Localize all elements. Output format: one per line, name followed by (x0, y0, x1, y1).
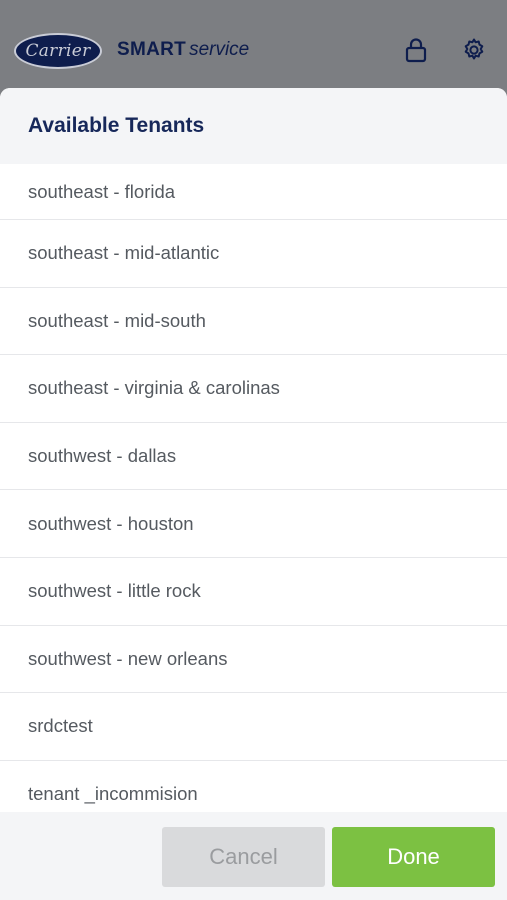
tenant-item[interactable]: southeast - mid-south (0, 288, 507, 356)
logo-text: Carrier (25, 41, 91, 61)
tenant-item[interactable]: southwest - new orleans (0, 626, 507, 694)
carrier-logo: Carrier (14, 33, 102, 69)
gear-icon[interactable] (461, 37, 487, 63)
lock-icon[interactable] (403, 37, 429, 63)
cancel-button[interactable]: Cancel (162, 827, 325, 887)
tenant-item[interactable]: southeast - virginia & carolinas (0, 355, 507, 423)
done-button[interactable]: Done (332, 827, 495, 887)
tenant-list[interactable]: southeast - florida southeast - mid-atla… (0, 164, 507, 812)
tenant-item[interactable]: southwest - dallas (0, 423, 507, 491)
sheet-footer: Cancel Done (0, 812, 507, 900)
sheet-title-bar: Available Tenants (0, 88, 507, 164)
app-brand: SMART service (117, 39, 249, 61)
tenant-picker-sheet: Available Tenants southeast - florida so… (0, 88, 507, 900)
tenant-item[interactable]: southeast - mid-atlantic (0, 220, 507, 288)
sheet-title: Available Tenants (28, 114, 205, 137)
app-header: Carrier SMART service (0, 0, 507, 100)
tenant-item[interactable]: southeast - florida (0, 164, 507, 220)
tenant-item[interactable]: southwest - houston (0, 490, 507, 558)
brand-italic: service (189, 39, 250, 60)
tenant-item[interactable]: srdctest (0, 693, 507, 761)
tenant-item[interactable]: tenant _incommision (0, 761, 507, 812)
tenant-item[interactable]: southwest - little rock (0, 558, 507, 626)
brand-bold: SMART (117, 39, 187, 60)
